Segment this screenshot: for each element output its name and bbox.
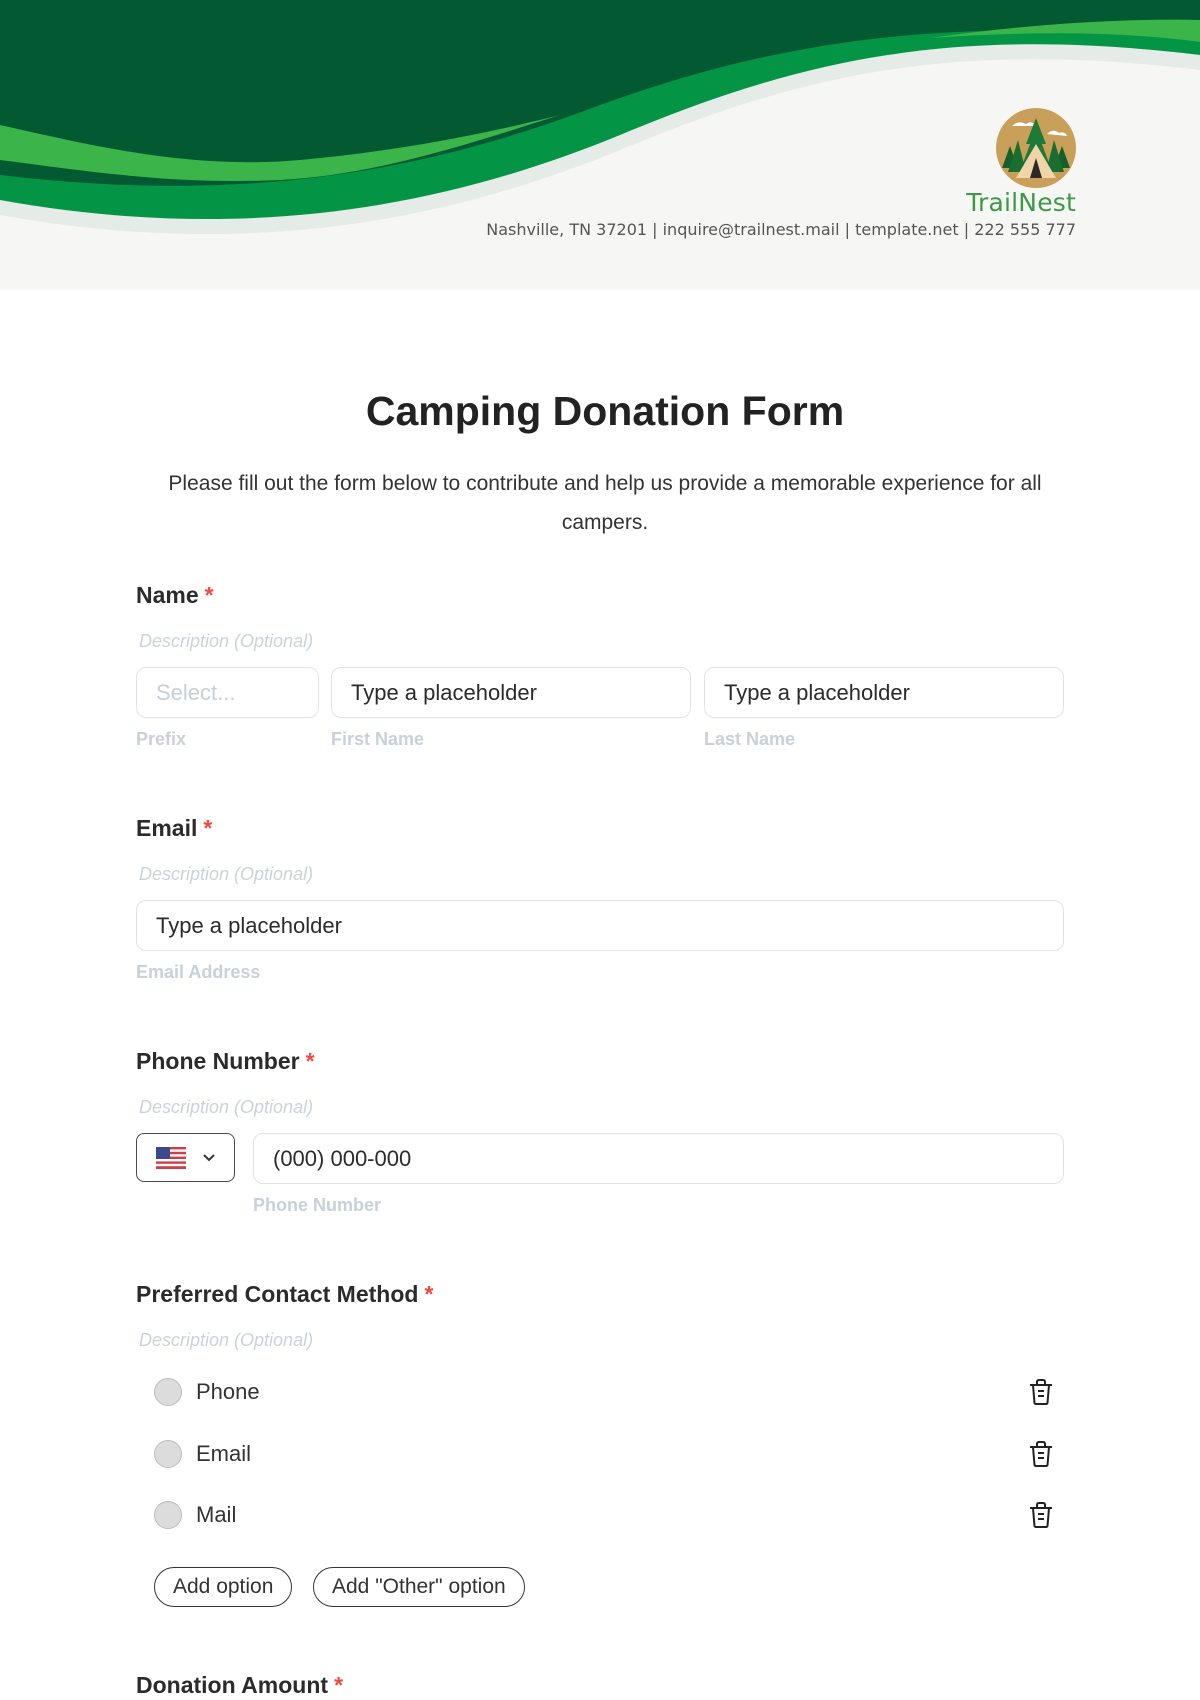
first-name-sublabel: First Name xyxy=(331,729,425,749)
country-code-select[interactable] xyxy=(136,1133,235,1182)
contact-method-label: Preferred Contact Method * xyxy=(136,1281,433,1308)
contact-method-description[interactable]: Description (Optional) xyxy=(139,1330,313,1351)
phone-label-text: Phone Number xyxy=(136,1048,300,1074)
email-label-text: Email xyxy=(136,815,198,841)
phone-sublabel: Phone Number xyxy=(253,1195,382,1215)
page-subtitle: Please fill out the form below to contri… xyxy=(168,472,1042,534)
name-label: Name * xyxy=(136,582,214,609)
email-description[interactable]: Description (Optional) xyxy=(139,864,313,885)
required-marker: * xyxy=(334,1672,344,1698)
trash-icon[interactable] xyxy=(1028,1440,1054,1468)
us-flag-icon xyxy=(155,1146,186,1169)
phone-input[interactable]: (000) 000-000 xyxy=(253,1133,1064,1184)
required-marker: * xyxy=(424,1281,434,1307)
prefix-select[interactable]: Select... xyxy=(136,667,319,718)
prefix-sublabel: Prefix xyxy=(136,729,187,749)
required-marker: * xyxy=(305,1048,315,1074)
required-marker: * xyxy=(204,582,214,608)
email-label: Email * xyxy=(136,815,212,842)
email-sublabel: Email Address xyxy=(136,962,261,982)
contact-info: Nashville, TN 37201 | inquire@trailnest.… xyxy=(486,220,1076,239)
trash-icon[interactable] xyxy=(1028,1378,1054,1406)
header-banner: TrailNest Nashville, TN 37201 | inquire@… xyxy=(0,0,1200,290)
trash-icon[interactable] xyxy=(1028,1501,1054,1529)
name-description[interactable]: Description (Optional) xyxy=(139,631,313,652)
last-name-sublabel: Last Name xyxy=(704,729,796,749)
last-name-input[interactable]: Type a placeholder xyxy=(704,667,1064,718)
first-name-input[interactable]: Type a placeholder xyxy=(331,667,691,718)
logo-icon xyxy=(996,108,1076,188)
option-label: Email xyxy=(196,1441,252,1466)
email-input[interactable]: Type a placeholder xyxy=(136,900,1064,951)
radio-option-mail[interactable]: Mail xyxy=(154,1501,236,1529)
page-title: Camping Donation Form xyxy=(365,388,845,434)
contact-method-label-text: Preferred Contact Method xyxy=(136,1281,419,1307)
radio-option-phone[interactable]: Phone xyxy=(154,1378,260,1406)
radio-option-email[interactable]: Email xyxy=(154,1440,251,1468)
chevron-down-icon xyxy=(202,1153,215,1161)
name-label-text: Name xyxy=(136,582,199,608)
phone-description[interactable]: Description (Optional) xyxy=(139,1097,313,1118)
donation-amount-label: Donation Amount * xyxy=(136,1672,343,1699)
option-label: Mail xyxy=(196,1502,237,1527)
required-marker: * xyxy=(203,815,213,841)
radio-button[interactable] xyxy=(154,1501,182,1529)
phone-label: Phone Number * xyxy=(136,1048,315,1075)
donation-amount-label-text: Donation Amount xyxy=(136,1672,329,1698)
add-option-button[interactable]: Add option xyxy=(154,1567,293,1607)
brand-name: TrailNest xyxy=(966,188,1076,217)
radio-button[interactable] xyxy=(154,1378,182,1406)
add-other-option-button[interactable]: Add "Other" option xyxy=(313,1567,525,1607)
option-label: Phone xyxy=(196,1379,260,1404)
radio-button[interactable] xyxy=(154,1440,182,1468)
